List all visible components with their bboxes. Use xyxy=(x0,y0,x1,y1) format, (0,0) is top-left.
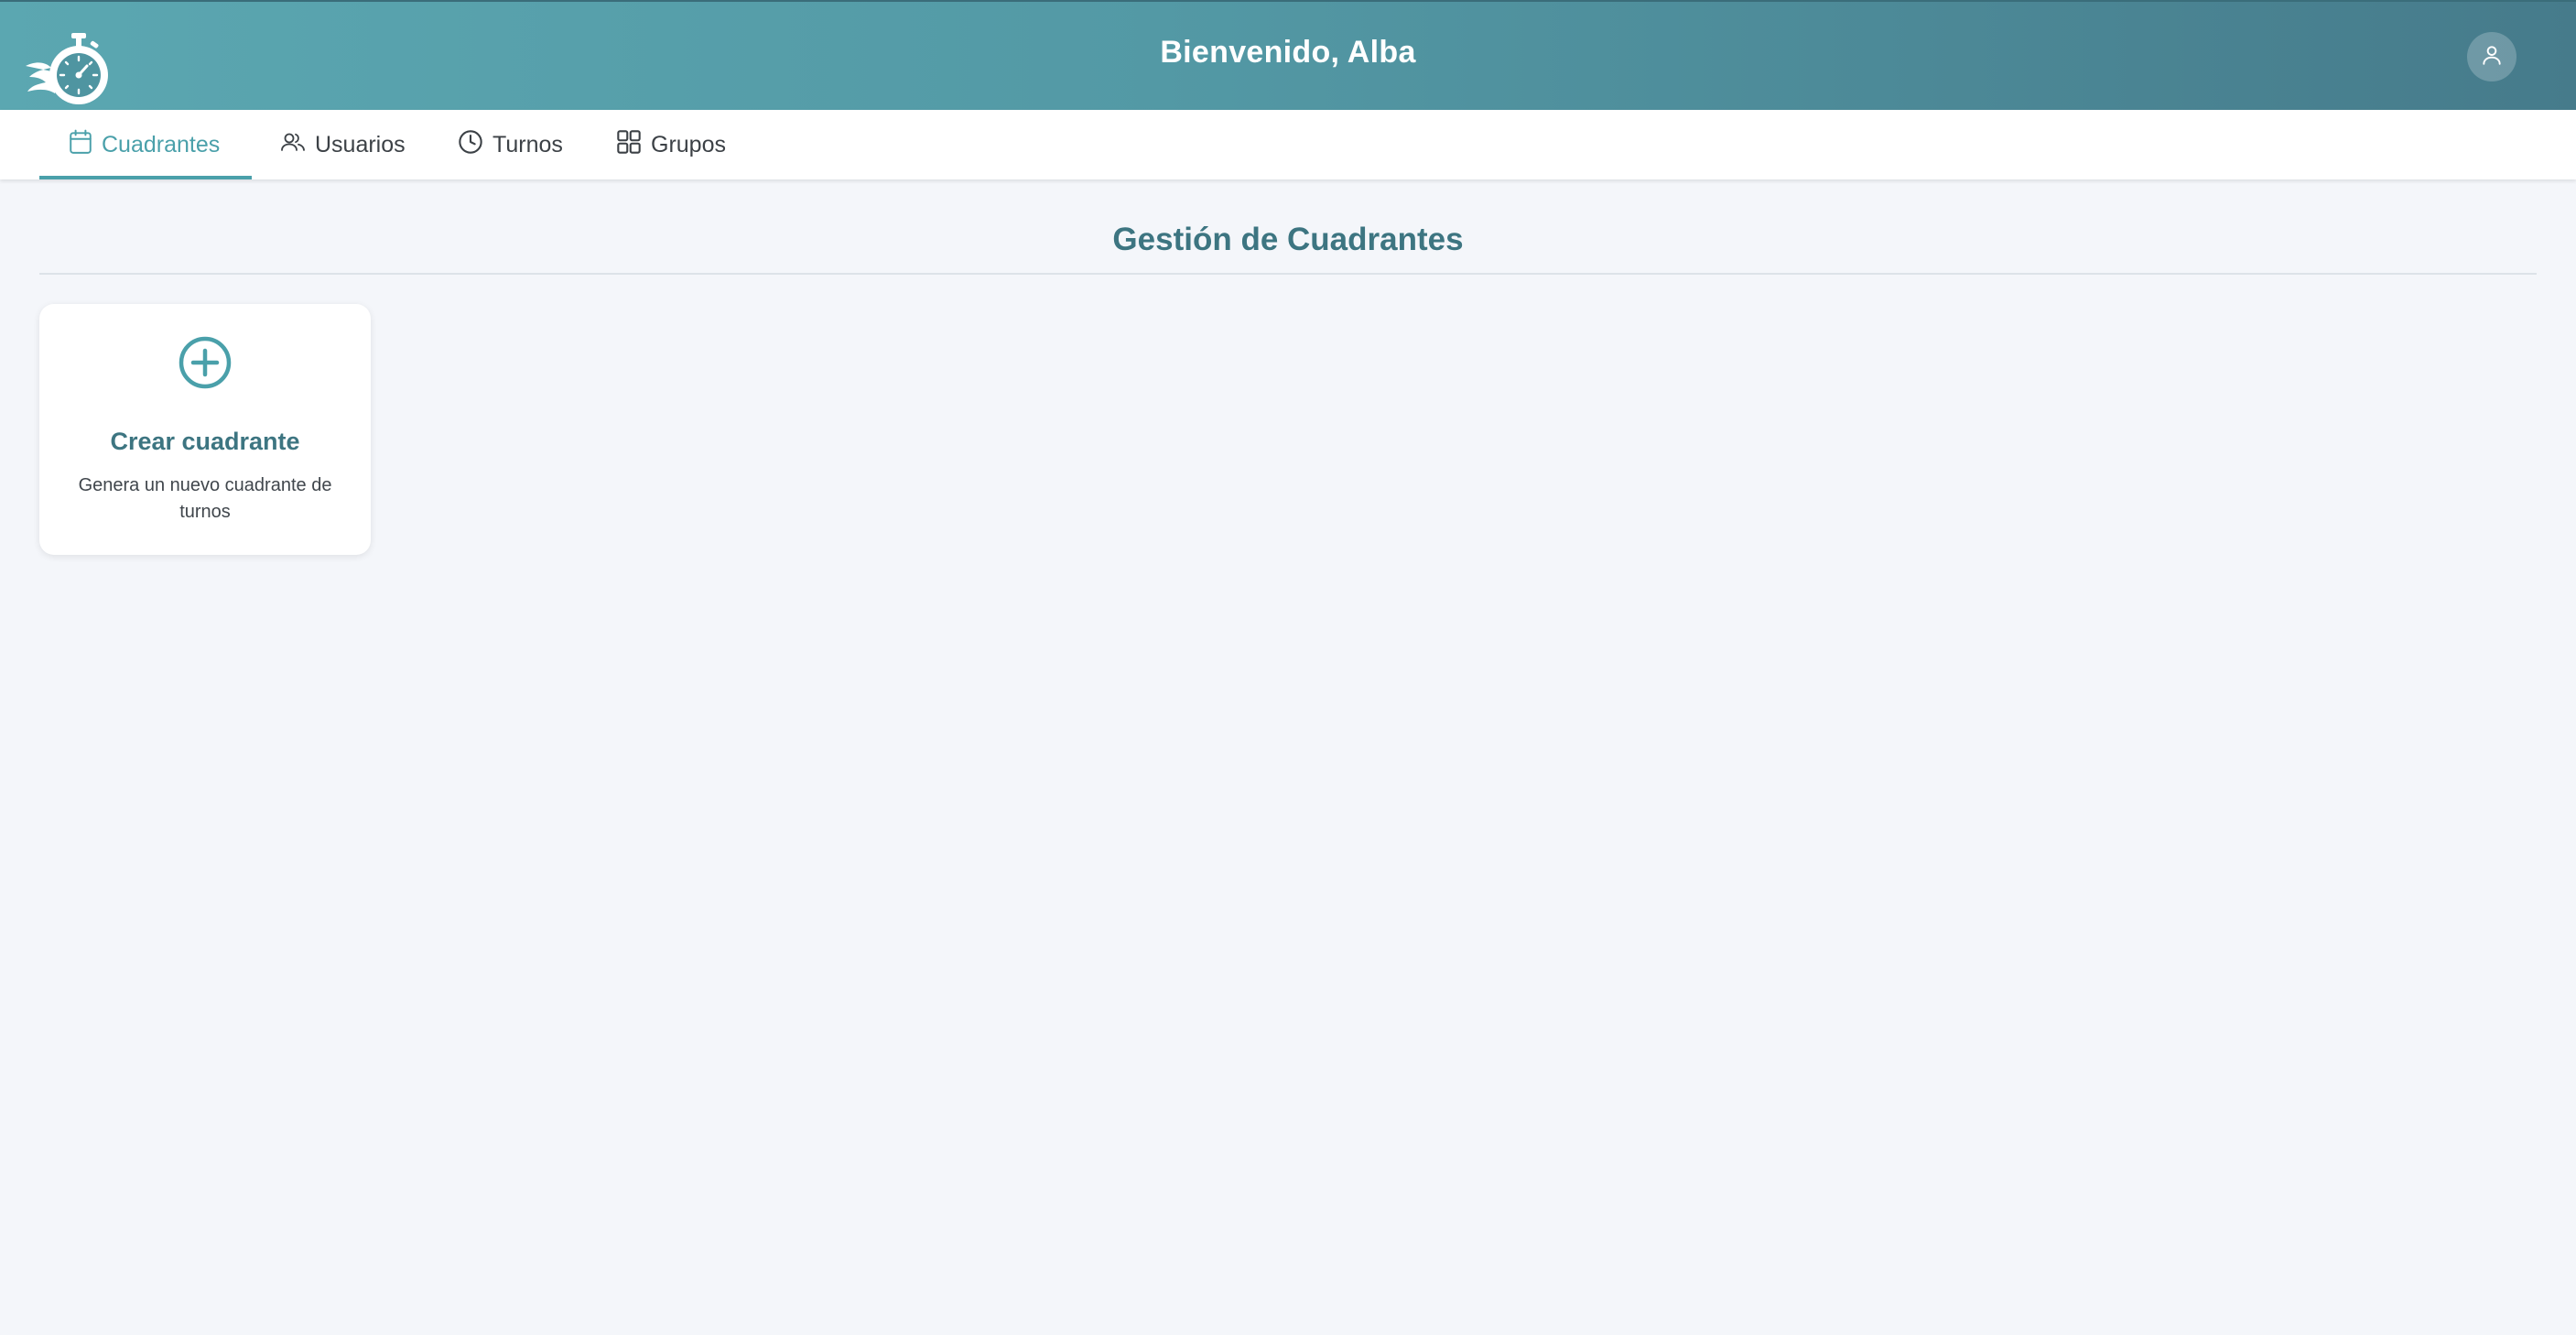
tab-turnos[interactable]: Turnos xyxy=(458,110,563,179)
user-profile-button[interactable] xyxy=(2467,32,2516,81)
plus-circle-icon xyxy=(178,335,233,390)
welcome-title: Bienvenido, Alba xyxy=(1160,35,1416,70)
tab-label: Cuadrantes xyxy=(102,131,221,157)
top-header: Bienvenido, Alba xyxy=(0,0,2576,110)
app-root: Bienvenido, Alba Cuadrantes Usuarios Tur… xyxy=(0,0,2576,1335)
tab-label: Grupos xyxy=(651,131,726,157)
grid-icon xyxy=(616,129,642,161)
clock-icon xyxy=(458,129,483,161)
tab-label: Turnos xyxy=(492,131,563,157)
page-title: Gestión de Cuadrantes xyxy=(1112,222,1464,257)
tab-label: Usuarios xyxy=(315,131,406,157)
tab-usuarios[interactable]: Usuarios xyxy=(280,110,406,179)
users-icon xyxy=(280,130,306,160)
create-cuadrante-card[interactable]: Crear cuadrante Genera un nuevo cuadrant… xyxy=(39,304,371,555)
user-icon xyxy=(2480,43,2504,71)
calendar-icon xyxy=(69,129,92,161)
tab-grupos[interactable]: Grupos xyxy=(616,110,726,179)
card-title: Crear cuadrante xyxy=(110,428,300,455)
tab-cuadrantes[interactable]: Cuadrantes xyxy=(39,110,252,179)
card-description: Genera un nuevo cuadrante de turnos xyxy=(78,475,332,522)
main-nav: Cuadrantes Usuarios Turnos Grupos xyxy=(0,110,2576,179)
title-divider xyxy=(39,273,2537,275)
